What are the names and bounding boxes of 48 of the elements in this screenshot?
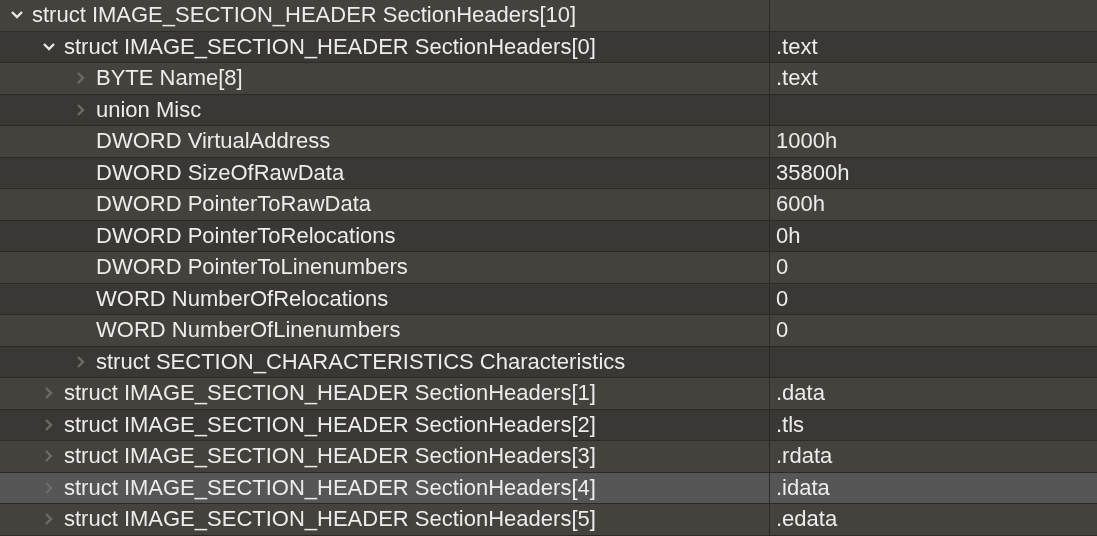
field-name: DWORD VirtualAddress (96, 130, 331, 153)
field-name: struct SECTION_CHARACTERISTICS Characteristics (96, 350, 626, 373)
field-name: BYTE Name[8] (96, 67, 243, 90)
field-value: 0 (776, 256, 789, 279)
tree-row[interactable]: struct IMAGE_SECTION_HEADER SectionHeaders[4] .idata (0, 472, 1097, 504)
field-name: struct IMAGE_SECTION_HEADER SectionHeaders[5] (64, 508, 596, 531)
tree-row[interactable]: union Misc (0, 94, 1097, 126)
field-name: struct IMAGE_SECTION_HEADER SectionHeaders[4] (64, 476, 596, 499)
tree-row[interactable]: DWORD VirtualAddress 1000h (0, 126, 1097, 158)
field-name: struct IMAGE_SECTION_HEADER SectionHeaders[3] (64, 445, 596, 468)
tree-row[interactable]: DWORD SizeOfRawData 35800h (0, 157, 1097, 189)
field-value: 1000h (776, 130, 838, 153)
field-value: 0 (776, 319, 789, 342)
field-name: struct IMAGE_SECTION_HEADER SectionHeaders[10] (32, 4, 577, 27)
tree-row[interactable]: WORD NumberOfRelocations 0 (0, 283, 1097, 315)
field-value: .text (776, 35, 818, 58)
tree-row[interactable]: struct IMAGE_SECTION_HEADER SectionHeaders[1] .data (0, 378, 1097, 410)
field-value: 35800h (776, 161, 850, 184)
tree-row[interactable]: struct IMAGE_SECTION_HEADER SectionHeaders[5] .edata (0, 504, 1097, 536)
field-value: 0h (776, 224, 801, 247)
field-value: .edata (776, 508, 838, 531)
field-name: DWORD PointerToRawData (96, 193, 372, 216)
field-name: DWORD PointerToLinenumbers (96, 256, 408, 279)
tree-row[interactable]: DWORD PointerToLinenumbers 0 (0, 252, 1097, 284)
tree-row[interactable]: DWORD PointerToRawData 600h (0, 189, 1097, 221)
field-value: .text (776, 67, 818, 90)
field-name: struct IMAGE_SECTION_HEADER SectionHeaders[0] (64, 35, 596, 58)
tree-row[interactable]: DWORD PointerToRelocations 0h (0, 220, 1097, 252)
field-value: 0 (776, 287, 789, 310)
tree-row[interactable]: struct IMAGE_SECTION_HEADER SectionHeaders[2] .tls (0, 409, 1097, 441)
field-value: .rdata (776, 445, 833, 468)
tree-row[interactable]: WORD NumberOfLinenumbers 0 (0, 315, 1097, 347)
field-value: .idata (776, 476, 830, 499)
field-value: 600h (776, 193, 825, 216)
field-name: union Misc (96, 98, 202, 121)
field-value: .tls (776, 413, 805, 436)
tree-row[interactable]: struct IMAGE_SECTION_HEADER SectionHeaders[0] .text (0, 31, 1097, 63)
field-name: WORD NumberOfRelocations (96, 287, 389, 310)
tree-row[interactable]: struct SECTION_CHARACTERISTICS Characteristics (0, 346, 1097, 378)
field-name: DWORD PointerToRelocations (96, 224, 396, 247)
field-name: struct IMAGE_SECTION_HEADER SectionHeaders[1] (64, 382, 596, 405)
field-name: DWORD SizeOfRawData (96, 161, 345, 184)
tree-row[interactable]: BYTE Name[8] .text (0, 63, 1097, 95)
field-name: struct IMAGE_SECTION_HEADER SectionHeaders[2] (64, 413, 596, 436)
tree-row[interactable]: struct IMAGE_SECTION_HEADER SectionHeaders[3] .rdata (0, 441, 1097, 473)
field-value: .data (776, 382, 825, 405)
tree-row[interactable]: struct IMAGE_SECTION_HEADER SectionHeaders[10] (0, 0, 1097, 32)
field-name: WORD NumberOfLinenumbers (96, 319, 401, 342)
